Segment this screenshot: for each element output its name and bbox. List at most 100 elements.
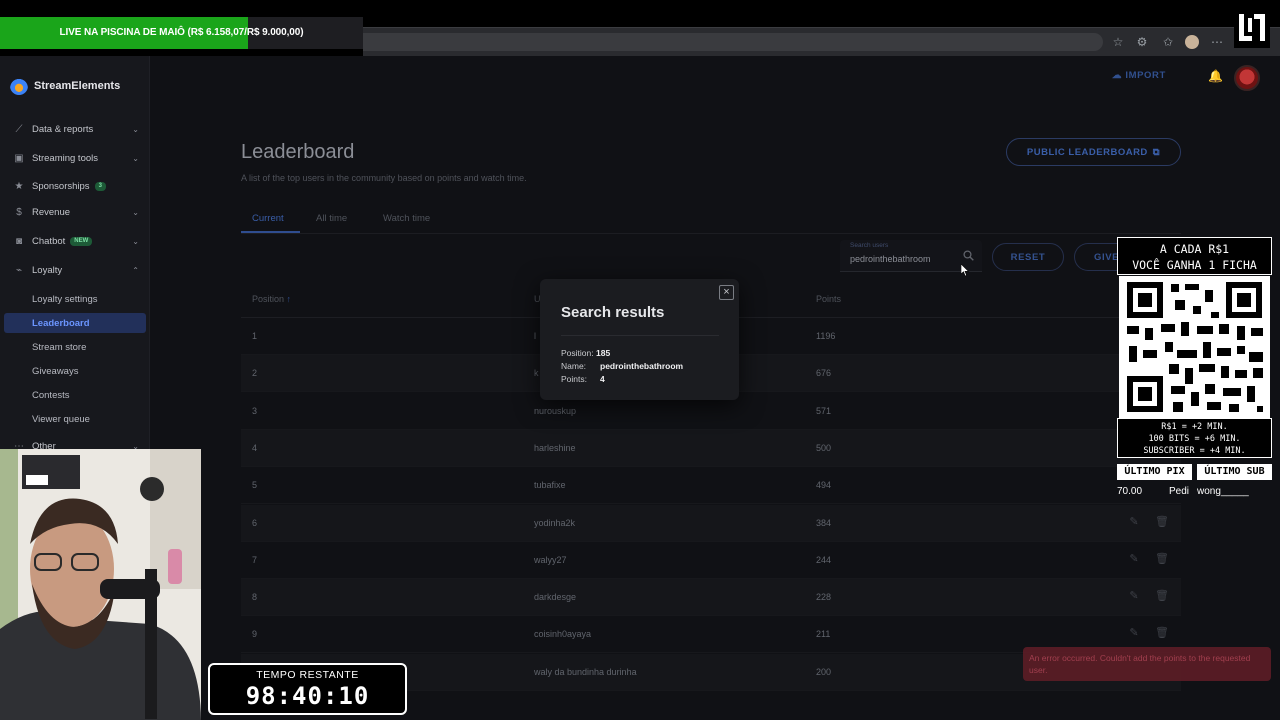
close-icon[interactable]: × bbox=[719, 285, 734, 300]
page-title: Leaderboard bbox=[241, 141, 355, 163]
edit-icon[interactable]: ✎ bbox=[1128, 590, 1140, 602]
sidebar-item-stream-store[interactable]: Stream store bbox=[4, 337, 146, 357]
cell-username: yodinha2k bbox=[534, 517, 576, 528]
sidebar-item-chatbot[interactable]: ◙ Chatbot NEW ⌄ bbox=[0, 231, 150, 251]
modal-divider bbox=[561, 335, 719, 336]
cell-points: 1196 bbox=[816, 331, 836, 341]
cell-points: 200 bbox=[816, 666, 832, 677]
last-sub-label: ÚLTIMO SUB bbox=[1197, 464, 1272, 480]
cell-position: 4 bbox=[252, 442, 258, 453]
star-icon: ★ bbox=[14, 180, 24, 192]
delete-icon[interactable]: 🗑 bbox=[1155, 553, 1169, 565]
tools-icon: ▣ bbox=[14, 152, 24, 164]
cell-username: darkdesge bbox=[534, 592, 577, 603]
favorites-icon[interactable]: ✩ bbox=[1161, 35, 1175, 49]
cell-position: 9 bbox=[252, 629, 258, 640]
cell-username: walyy27 bbox=[534, 554, 567, 565]
sidebar-item-sponsorships[interactable]: ★ Sponsorships 3 bbox=[0, 176, 150, 196]
search-icon[interactable] bbox=[963, 250, 974, 261]
sidebar-item-streaming-tools[interactable]: ▣ Streaming tools ⌄ bbox=[0, 148, 150, 168]
sidebar-item-loyalty-settings[interactable]: Loyalty settings bbox=[4, 289, 146, 309]
sidebar-item-leaderboard[interactable]: Leaderboard bbox=[4, 313, 146, 333]
cell-username: tubafixe bbox=[534, 480, 566, 491]
table-row: 4 harleshine 500 bbox=[241, 429, 1181, 467]
cell-points: 494 bbox=[816, 480, 832, 491]
cell-points: 244 bbox=[816, 554, 832, 565]
table-row: 8 darkdesge 228 ✎ 🗑 bbox=[241, 579, 1181, 617]
dollar-icon: $ bbox=[16, 206, 22, 218]
cell-points: 384 bbox=[816, 517, 832, 528]
pix-rates: R$1 = +2 MIN. 100 BITS = +6 MIN. SUBSCRI… bbox=[1117, 418, 1272, 458]
cell-position: 6 bbox=[252, 517, 258, 528]
delete-icon[interactable]: 🗑 bbox=[1155, 627, 1169, 639]
edit-icon[interactable]: ✎ bbox=[1128, 627, 1140, 639]
delete-icon[interactable]: 🗑 bbox=[1155, 590, 1169, 602]
chart-icon: ⟋ bbox=[15, 123, 23, 135]
more-menu-icon[interactable]: ⋯ bbox=[1210, 35, 1224, 49]
brand-logo[interactable]: StreamElements bbox=[10, 76, 120, 96]
header-position[interactable]: Position ↑ bbox=[252, 294, 291, 304]
sidebar-item-data-reports[interactable]: ⟋ Data & reports ⌄ bbox=[0, 119, 150, 139]
sidebar-item-loyalty[interactable]: ⌁ Loyalty ⌃ bbox=[0, 260, 150, 280]
donation-goal-text: LIVE NA PISCINA DE MAIÔ (R$ 6.158,07/R$ … bbox=[59, 27, 304, 38]
cell-points: 571 bbox=[816, 405, 832, 416]
cell-username: nurouskup bbox=[534, 405, 577, 416]
header-points[interactable]: Points bbox=[816, 294, 841, 304]
chevron-down-icon: ⌄ bbox=[132, 207, 139, 217]
donation-goal-bar: LIVE NA PISCINA DE MAIÔ (R$ 6.158,07/R$ … bbox=[0, 17, 363, 49]
webcam-overlay bbox=[0, 449, 201, 720]
page-subtitle: A list of the top users in the community… bbox=[241, 173, 527, 183]
top-bar: LIVE NA PISCINA DE MAIÔ (R$ 6.158,07/R$ … bbox=[0, 0, 1280, 56]
edit-icon[interactable]: ✎ bbox=[1128, 553, 1140, 565]
modal-title: Search results bbox=[561, 304, 665, 321]
last-sub-name: wong_____ bbox=[1197, 486, 1249, 497]
sidebar-item-revenue[interactable]: $ Revenue ⌄ bbox=[0, 202, 150, 222]
timer-label: TEMPO RESTANTE bbox=[256, 669, 359, 681]
sponsorships-count-badge: 3 bbox=[94, 181, 106, 191]
last-pix-name: Pedi bbox=[1169, 486, 1190, 497]
cell-username: k bbox=[534, 368, 539, 379]
sidebar-item-viewer-queue[interactable]: Viewer queue bbox=[4, 409, 146, 429]
error-toast[interactable]: An error occurred. Couldn't add the poin… bbox=[1023, 647, 1271, 681]
chevron-down-icon: ⌄ bbox=[132, 124, 139, 134]
reset-button[interactable]: RESET bbox=[992, 243, 1064, 271]
profile-icon[interactable] bbox=[1185, 35, 1199, 49]
cell-username: coisinh0ayaya bbox=[534, 629, 592, 640]
sort-arrow-up-icon: ↑ bbox=[286, 294, 292, 304]
bookmark-star-icon[interactable]: ☆ bbox=[1111, 35, 1125, 49]
chevron-down-icon: ⌄ bbox=[132, 236, 139, 246]
sidebar-item-giveaways[interactable]: Giveaways bbox=[4, 361, 146, 381]
qr-code-icon bbox=[1119, 276, 1270, 418]
cell-points: 211 bbox=[816, 629, 831, 640]
result-position: Position: 185 bbox=[561, 348, 611, 358]
cell-position: 3 bbox=[252, 405, 258, 416]
last-pix-value: 70.00 bbox=[1117, 486, 1143, 497]
cell-position: 2 bbox=[252, 368, 258, 379]
address-bar[interactable] bbox=[363, 33, 1103, 51]
tab-watch-time[interactable]: Watch time bbox=[383, 213, 430, 224]
countdown-timer: TEMPO RESTANTE 98:40:10 bbox=[208, 663, 407, 715]
external-link-icon: ⧉ bbox=[1152, 146, 1161, 158]
delete-icon[interactable]: 🗑 bbox=[1155, 516, 1169, 528]
cell-position: 7 bbox=[252, 554, 258, 565]
streamelements-logo-icon bbox=[10, 77, 28, 95]
tab-all-time[interactable]: All time bbox=[316, 213, 347, 224]
chevron-up-icon: ⌃ bbox=[132, 265, 139, 275]
sidebar-item-contests[interactable]: Contests bbox=[4, 385, 146, 405]
pix-header: A CADA R$1 VOCÊ GANHA 1 FICHA bbox=[1117, 237, 1272, 275]
table-row: 6 yodinha2k 384 ✎ 🗑 bbox=[241, 504, 1181, 542]
search-input[interactable] bbox=[850, 254, 960, 264]
brand-name: StreamElements bbox=[34, 80, 121, 92]
extensions-icon[interactable]: ⚙ bbox=[1135, 35, 1149, 49]
cell-points: 676 bbox=[816, 368, 832, 379]
user-avatar[interactable] bbox=[1234, 65, 1260, 91]
notifications-bell-icon[interactable]: 🔔 bbox=[1208, 69, 1223, 83]
browser-toolbar: ☆ ⚙ ✩ ⋯ bbox=[363, 27, 1280, 56]
tab-current[interactable]: Current bbox=[252, 213, 284, 224]
cell-points: 500 bbox=[816, 442, 832, 453]
public-leaderboard-button[interactable]: PUBLIC LEADERBOARD ⧉ bbox=[1006, 138, 1181, 166]
edit-icon[interactable]: ✎ bbox=[1128, 516, 1140, 528]
bot-icon: ◙ bbox=[15, 235, 23, 247]
import-button[interactable]: ☁ IMPORT bbox=[1112, 70, 1166, 81]
channel-logo-icon bbox=[1234, 10, 1270, 48]
